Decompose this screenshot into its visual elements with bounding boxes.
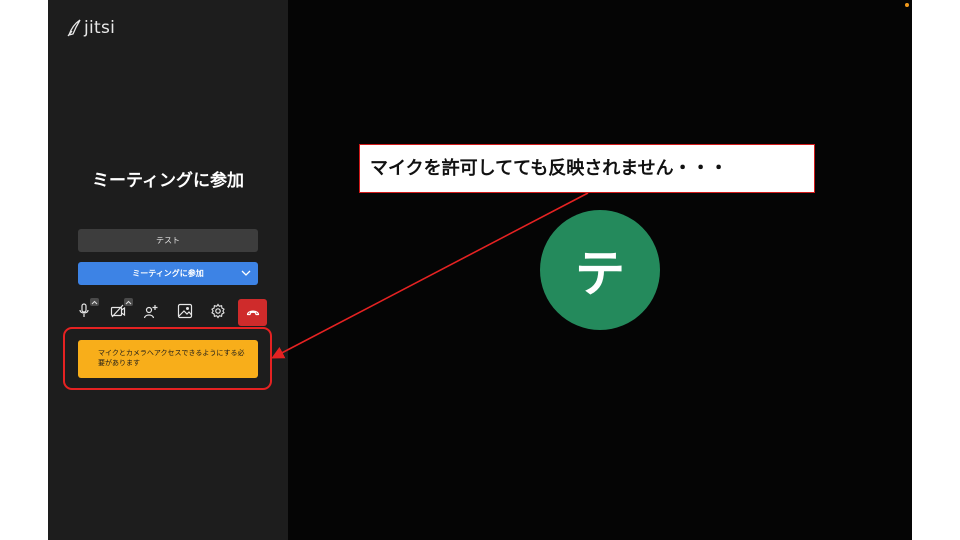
status-dot	[905, 3, 909, 7]
meeting-stage: jitsi ミーティングに参加 テスト ミーティングに参加 マイクとカメラへアク…	[48, 0, 912, 540]
annotation-callout: マイクを許可してても反映されません・・・	[359, 144, 815, 193]
annotation-arrow	[271, 192, 589, 359]
